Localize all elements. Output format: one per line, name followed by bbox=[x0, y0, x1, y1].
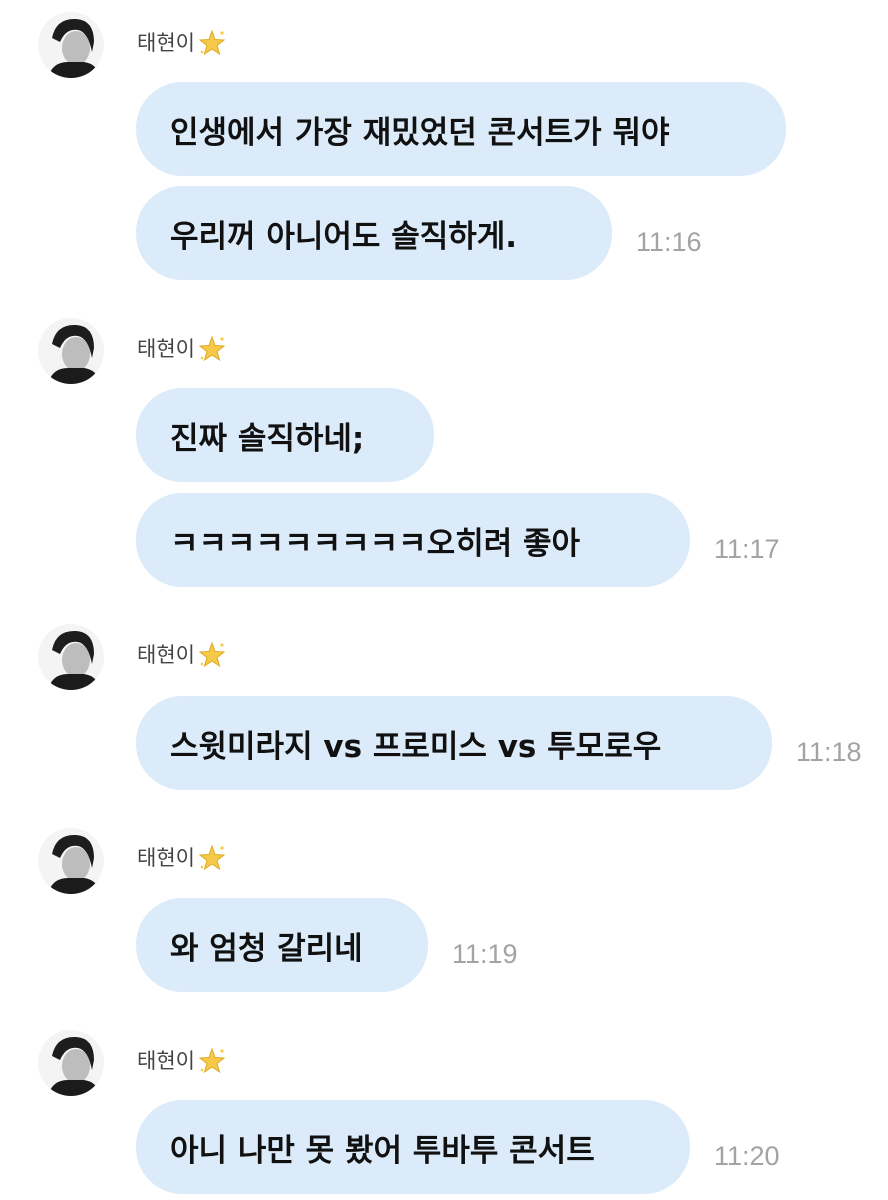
message-row: 와 엄청 갈리네 11:19 bbox=[136, 898, 518, 992]
sender-name-row: 태현이 bbox=[137, 331, 227, 367]
message-row: 우리꺼 아니어도 솔직하게. 11:16 bbox=[136, 186, 702, 280]
sender-avatar[interactable] bbox=[38, 624, 104, 690]
message-text: 와 엄청 갈리네 bbox=[170, 930, 363, 967]
message-text: 진짜 솔직하네; bbox=[170, 420, 365, 457]
sender-avatar[interactable] bbox=[38, 828, 104, 894]
message-timestamp: 11:20 bbox=[714, 1141, 780, 1171]
sender-name-row: 태현이 bbox=[137, 637, 227, 673]
sender-avatar[interactable] bbox=[38, 1030, 104, 1096]
sparkle-star-icon bbox=[197, 1046, 227, 1076]
message-timestamp: 11:19 bbox=[452, 939, 518, 969]
message-row: 아니 나만 못 봤어 투바투 콘서트 11:20 bbox=[136, 1100, 780, 1194]
message-bubble[interactable]: 우리꺼 아니어도 솔직하게. bbox=[136, 186, 612, 280]
sparkle-star-icon bbox=[197, 843, 227, 873]
sender-name: 태현이 bbox=[137, 846, 195, 870]
message-row: 인생에서 가장 재밌었던 콘서트가 뭐야 bbox=[136, 82, 786, 176]
message-bubble[interactable]: 와 엄청 갈리네 bbox=[136, 898, 428, 992]
message-bubble[interactable]: ㅋㅋㅋㅋㅋㅋㅋㅋㅋ오히려 좋아 bbox=[136, 493, 690, 587]
message-text: ㅋㅋㅋㅋㅋㅋㅋㅋㅋ오히려 좋아 bbox=[170, 525, 581, 562]
message-timestamp: 11:18 bbox=[796, 737, 862, 767]
message-timestamp: 11:16 bbox=[636, 227, 702, 257]
message-bubble[interactable]: 아니 나만 못 봤어 투바투 콘서트 bbox=[136, 1100, 690, 1194]
message-bubble[interactable]: 스윗미라지 vs 프로미스 vs 투모로우 bbox=[136, 696, 772, 790]
message-text: 스윗미라지 vs 프로미스 vs 투모로우 bbox=[170, 728, 662, 765]
message-text: 인생에서 가장 재밌었던 콘서트가 뭐야 bbox=[170, 114, 670, 151]
sender-name-row: 태현이 bbox=[137, 25, 227, 61]
message-text: 우리꺼 아니어도 솔직하게. bbox=[170, 218, 518, 255]
sender-name: 태현이 bbox=[137, 1049, 195, 1073]
sparkle-star-icon bbox=[197, 334, 227, 364]
message-bubble[interactable]: 진짜 솔직하네; bbox=[136, 388, 434, 482]
message-row: 스윗미라지 vs 프로미스 vs 투모로우 11:18 bbox=[136, 696, 862, 790]
message-row: 진짜 솔직하네; bbox=[136, 388, 434, 482]
sender-name: 태현이 bbox=[137, 31, 195, 55]
sender-name: 태현이 bbox=[137, 643, 195, 667]
sender-name-row: 태현이 bbox=[137, 840, 227, 876]
message-row: ㅋㅋㅋㅋㅋㅋㅋㅋㅋ오히려 좋아 11:17 bbox=[136, 493, 780, 587]
message-text: 아니 나만 못 봤어 투바투 콘서트 bbox=[170, 1132, 595, 1169]
sender-avatar[interactable] bbox=[38, 318, 104, 384]
sparkle-star-icon bbox=[197, 28, 227, 58]
sender-name: 태현이 bbox=[137, 337, 195, 361]
message-timestamp: 11:17 bbox=[714, 534, 780, 564]
sender-name-row: 태현이 bbox=[137, 1043, 227, 1079]
sender-avatar[interactable] bbox=[38, 12, 104, 78]
sparkle-star-icon bbox=[197, 640, 227, 670]
message-bubble[interactable]: 인생에서 가장 재밌었던 콘서트가 뭐야 bbox=[136, 82, 786, 176]
